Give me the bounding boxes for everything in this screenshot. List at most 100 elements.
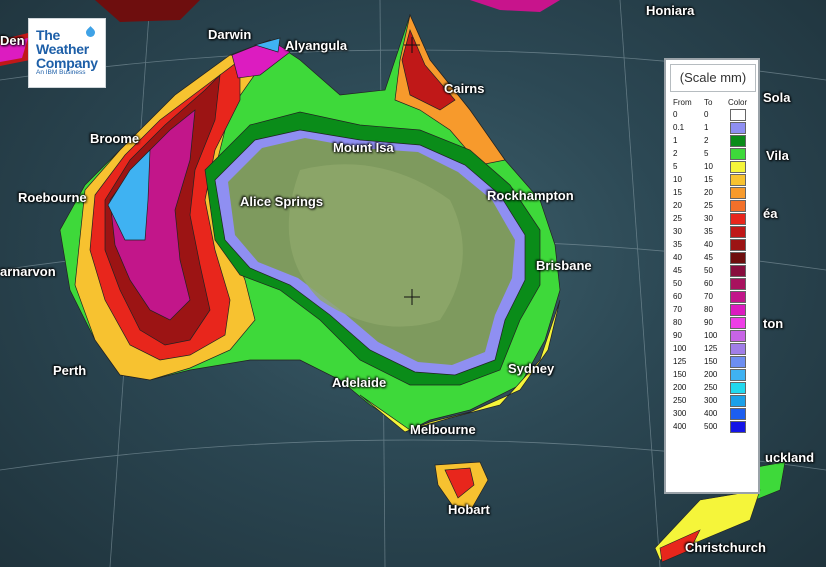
- legend-to-value: 250: [704, 383, 718, 392]
- legend-to-value: 45: [704, 253, 713, 262]
- legend-from-value: 70: [673, 305, 682, 314]
- city-label-perth: Perth: [53, 363, 87, 378]
- legend-color-swatch: [730, 213, 746, 225]
- legend-to-value: 1: [704, 123, 709, 132]
- city-label-rockhampton: Rockhampton: [487, 188, 574, 203]
- legend-from-value: 250: [673, 396, 687, 405]
- legend-from-value: 35: [673, 240, 682, 249]
- city-label-auckland: uckland: [765, 450, 815, 465]
- legend-color-swatch: [730, 239, 746, 251]
- legend-row: 300 400: [670, 407, 754, 420]
- legend-row: 150 200: [670, 368, 754, 381]
- legend-color-swatch: [730, 343, 746, 355]
- legend-color-swatch: [730, 148, 746, 160]
- legend-header-to: To: [704, 98, 713, 107]
- city-label-hobart: Hobart: [448, 502, 490, 517]
- city-label-broome: Broome: [90, 131, 140, 146]
- legend-color-swatch: [730, 187, 746, 199]
- legend-color-swatch: [730, 317, 746, 329]
- legend-to-value: 15: [704, 175, 713, 184]
- legend-color-swatch: [730, 304, 746, 316]
- legend-to-value: 200: [704, 370, 718, 379]
- legend-color-swatch: [730, 382, 746, 394]
- legend-color-swatch: [730, 265, 746, 277]
- city-label-sydney: Sydney: [508, 361, 555, 376]
- legend-row: 40 45: [670, 251, 754, 264]
- legend-header-from: From: [673, 98, 692, 107]
- legend-row: 200 250: [670, 381, 754, 394]
- legend-from-value: 25: [673, 214, 682, 223]
- legend-row: 125 150: [670, 355, 754, 368]
- city-label-ton: ton: [763, 316, 784, 331]
- legend-to-value: 50: [704, 266, 713, 275]
- legend-from-value: 400: [673, 422, 687, 431]
- legend-to-value: 400: [704, 409, 718, 418]
- legend-row: 25 30: [670, 212, 754, 225]
- legend-to-value: 5: [704, 149, 709, 158]
- legend-from-value: 100: [673, 344, 687, 353]
- legend-from-value: 125: [673, 357, 687, 366]
- legend-to-value: 2: [704, 136, 709, 145]
- legend-row: 400 500: [670, 420, 754, 433]
- legend-header-color: Color: [728, 98, 748, 107]
- legend-row: 0.1 1: [670, 121, 754, 134]
- legend-row: 20 25: [670, 199, 754, 212]
- legend-row: 25: [670, 147, 754, 160]
- legend-row: 80 90: [670, 316, 754, 329]
- legend-row: 100 125: [670, 342, 754, 355]
- legend-from-value: 50: [673, 279, 682, 288]
- legend-color-swatch: [730, 278, 746, 290]
- legend-color-swatch: [730, 395, 746, 407]
- legend-color-swatch: [730, 161, 746, 173]
- rainfall-map[interactable]: The Weather Company An IBM Business Darw…: [0, 0, 826, 567]
- legend-from-value: 2: [673, 149, 678, 158]
- legend-color-swatch: [730, 109, 746, 121]
- legend-from-value: 90: [673, 331, 682, 340]
- city-label-christchurch: Christchurch: [685, 540, 766, 555]
- legend-to-value: 35: [704, 227, 713, 236]
- city-label-sola: Sola: [763, 90, 791, 105]
- legend-row: 10 15: [670, 173, 754, 186]
- legend-to-value: 125: [704, 344, 718, 353]
- legend-from-value: 150: [673, 370, 687, 379]
- legend-from-value: 300: [673, 409, 687, 418]
- legend-rows: 0 0 0.1 1 1 2 2 5 5 10 10 15 15 20 20 25 25 30 30 35 35 40 40 4…: [670, 108, 754, 433]
- legend-color-swatch: [730, 122, 746, 134]
- legend-to-value: 0: [704, 110, 709, 119]
- legend-color-swatch: [730, 135, 746, 147]
- legend-to-value: 60: [704, 279, 713, 288]
- city-label-nea: éa: [763, 206, 778, 221]
- legend-from-value: 5: [673, 162, 678, 171]
- legend-row: 35 40: [670, 238, 754, 251]
- city-label-carnarvon: arnarvon: [0, 264, 56, 279]
- legend-row: 45 50: [670, 264, 754, 277]
- legend-to-value: 25: [704, 201, 713, 210]
- legend-to-value: 100: [704, 331, 718, 340]
- legend-row: 90 100: [670, 329, 754, 342]
- legend-color-swatch: [730, 291, 746, 303]
- legend-row: 250 300: [670, 394, 754, 407]
- legend-row: 30 35: [670, 225, 754, 238]
- legend-from-value: 80: [673, 318, 682, 327]
- city-label-honiara: Honiara: [646, 3, 695, 18]
- legend-from-value: 0: [673, 110, 678, 119]
- city-label-cairns: Cairns: [444, 81, 485, 96]
- legend-color-swatch: [730, 408, 746, 420]
- city-label-vila: Vila: [766, 148, 789, 163]
- legend-color-swatch: [730, 200, 746, 212]
- legend-from-value: 200: [673, 383, 687, 392]
- australia-rainfall: [59, 13, 561, 509]
- legend-to-value: 10: [704, 162, 713, 171]
- city-label-alice-springs: Alice Springs: [240, 194, 324, 209]
- legend-to-value: 40: [704, 240, 713, 249]
- legend-to-value: 90: [704, 318, 713, 327]
- city-label-mount-isa: Mount Isa: [333, 140, 394, 155]
- legend-to-value: 150: [704, 357, 718, 366]
- legend-to-value: 20: [704, 188, 713, 197]
- legend-color-swatch: [730, 356, 746, 368]
- legend-color-swatch: [730, 369, 746, 381]
- legend-to-value: 70: [704, 292, 713, 301]
- city-label-darwin: Darwin: [208, 27, 252, 42]
- legend-color-swatch: [730, 421, 746, 433]
- legend-row: 12: [670, 134, 754, 147]
